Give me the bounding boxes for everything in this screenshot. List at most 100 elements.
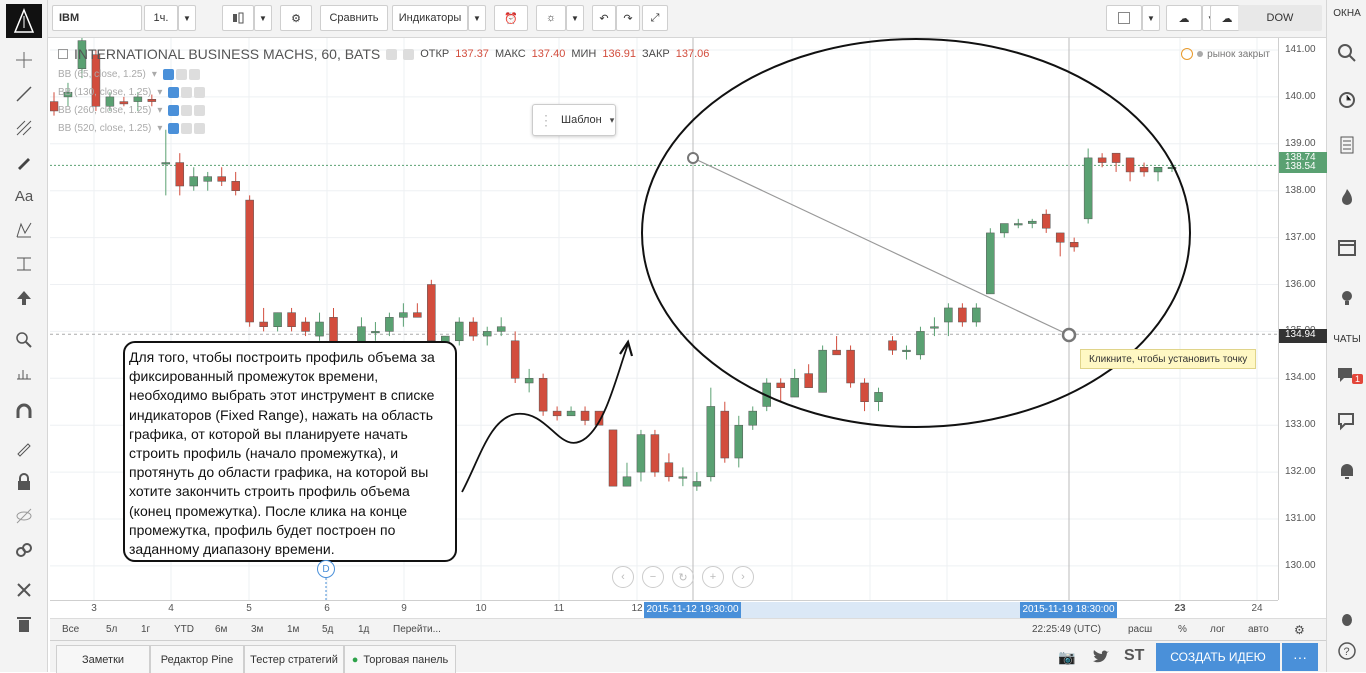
indicator-close-icon[interactable] [194,104,206,116]
data-window-icon[interactable] [1331,130,1363,160]
crosshair-icon[interactable] [6,46,42,74]
arrow-up-icon[interactable] [6,284,42,312]
tools-icon[interactable] [6,576,42,604]
watchlist-icon[interactable] [1331,38,1363,68]
time-axis[interactable]: 345691011121617182324 2015-11-12 19:30:0… [50,600,1278,618]
lock-icon[interactable] [6,468,42,496]
indicator-close-icon[interactable] [194,86,206,98]
drag-handle-icon[interactable]: ⋮ [539,112,553,129]
eye-hide-icon[interactable] [6,502,42,530]
brush-icon[interactable] [6,148,42,176]
candles-icon[interactable] [222,5,254,31]
tab-strategy-tester[interactable]: Тестер стратегий [244,645,344,673]
undo-icon[interactable]: ↶ [592,5,616,31]
tab-trading-panel[interactable]: ● Торговая панель [344,645,456,673]
legend-eye-icon[interactable] [386,48,398,60]
alert-clock-icon[interactable]: ⏰ [494,5,528,31]
twitter-icon[interactable] [1092,649,1110,668]
template-popup[interactable]: ⋮ Шаблон ▾ [532,104,616,136]
zoom-icon[interactable] [6,326,42,354]
indicator-row-2[interactable]: BB (130, close, 1.25) ▾ [58,84,206,100]
indicator-eye-icon[interactable] [168,104,180,116]
chart-pane[interactable]: INTERNATIONAL BUSINESS MACHS, 60, BATS О… [50,38,1278,600]
indicator-settings-icon[interactable] [175,68,187,80]
scale-auto[interactable]: авто [1248,624,1269,635]
exchange-label[interactable]: DOW [1238,5,1322,31]
alarm-clock-icon[interactable] [1331,84,1363,114]
ideas-bulb-icon[interactable] [1331,282,1363,312]
range-1y[interactable]: 1г [141,624,150,635]
hotlist-flame-icon[interactable] [1331,182,1363,212]
interval-select[interactable]: 1ч. [144,5,178,31]
create-idea-button[interactable]: СОЗДАТЬ ИДЕЮ [1156,643,1280,671]
goto-date-button[interactable]: Перейти... [393,624,441,635]
range-3m[interactable]: 3м [251,624,263,635]
layout-chevron-icon[interactable]: ▼ [1142,5,1160,31]
range-ytd[interactable]: YTD [174,624,194,635]
chart-type-chevron-icon[interactable]: ▼ [254,5,272,31]
layout-icon[interactable] [1106,5,1142,31]
scroll-left-icon[interactable]: ‹ [612,566,634,588]
range-1d[interactable]: 1д [358,624,369,635]
chat-icon[interactable]: 1 [1331,360,1363,390]
indicator-settings-icon[interactable] [181,122,193,134]
reset-icon[interactable]: ↻ [672,566,694,588]
link-icon[interactable] [6,536,42,564]
fib-icon[interactable] [6,114,42,142]
zoom-out-icon[interactable]: − [642,566,664,588]
idea-bulb-icon[interactable]: ☼ [536,5,566,31]
stocktwits-icon[interactable]: ST [1124,647,1144,665]
range-5d[interactable]: 5д [322,624,333,635]
scroll-right-icon[interactable]: › [732,566,754,588]
private-chat-icon[interactable] [1331,406,1363,436]
bulb-chevron-icon[interactable]: ▼ [566,5,584,31]
indicator-eye-icon[interactable] [168,122,180,134]
price-axis[interactable]: 141.00140.00139.00138.00137.00136.00135.… [1278,38,1327,600]
range-all[interactable]: Все [62,624,79,635]
indicator-close-icon[interactable] [194,122,206,134]
indicator-close-icon[interactable] [188,68,200,80]
collapse-icon[interactable] [58,49,68,59]
indicators-chevron-icon[interactable]: ▼ [468,5,486,31]
settings-gear-icon[interactable]: ⚙ [280,5,312,31]
range-6m[interactable]: 6м [215,624,227,635]
tab-pine-editor[interactable]: Редактор Pine [150,645,244,673]
trash-icon[interactable] [6,610,42,638]
help-icon[interactable]: ? [1331,636,1363,666]
dividend-marker[interactable]: D [317,560,335,578]
camera-icon[interactable]: 📷 [1058,649,1075,666]
compare-button[interactable]: Сравнить [320,5,388,31]
indicator-row-1[interactable]: BB (65, close, 1.25) ▾ [58,66,200,82]
ruler-icon[interactable] [6,360,42,388]
pattern-icon[interactable] [6,216,42,244]
indicator-row-4[interactable]: BB (520, close, 1.25) ▾ [58,120,206,136]
scale-log[interactable]: лог [1210,624,1225,635]
tab-notes[interactable]: Заметки [56,645,150,673]
fullscreen-icon[interactable]: ⤢ [642,5,668,31]
indicator-eye-icon[interactable] [162,68,174,80]
notifications-bell-icon[interactable] [1331,456,1363,486]
template-chevron-icon[interactable]: ▾ [610,115,615,126]
chevron-down-icon[interactable]: ▼ [178,5,196,31]
indicator-settings-icon[interactable] [181,86,193,98]
indicators-button[interactable]: Индикаторы [392,5,468,31]
indicator-row-3[interactable]: BB (260, close, 1.25) ▾ [58,102,206,118]
symbol-search[interactable]: IBM [52,5,142,31]
text-tool-icon[interactable]: Aa [6,182,42,210]
indicator-settings-icon[interactable] [181,104,193,116]
cloud-load-icon[interactable]: ☁ [1166,5,1202,31]
redo-icon[interactable]: ↷ [616,5,640,31]
scale-percent[interactable]: % [1178,624,1187,635]
measure-icon[interactable] [6,250,42,278]
magnet-icon[interactable] [6,398,42,426]
scale-extend[interactable]: расш [1128,624,1152,635]
indicator-eye-icon[interactable] [168,86,180,98]
bug-report-icon[interactable] [1331,604,1363,634]
more-options-button[interactable]: ··· [1282,643,1318,671]
scale-settings-gear-icon[interactable]: ⚙ [1294,623,1305,637]
zoom-in-icon[interactable]: + [702,566,724,588]
pencil-lock-icon[interactable] [6,434,42,462]
logo-icon[interactable] [6,4,42,38]
template-button[interactable]: Шаблон [561,114,602,126]
calendar-icon[interactable] [1331,232,1363,262]
